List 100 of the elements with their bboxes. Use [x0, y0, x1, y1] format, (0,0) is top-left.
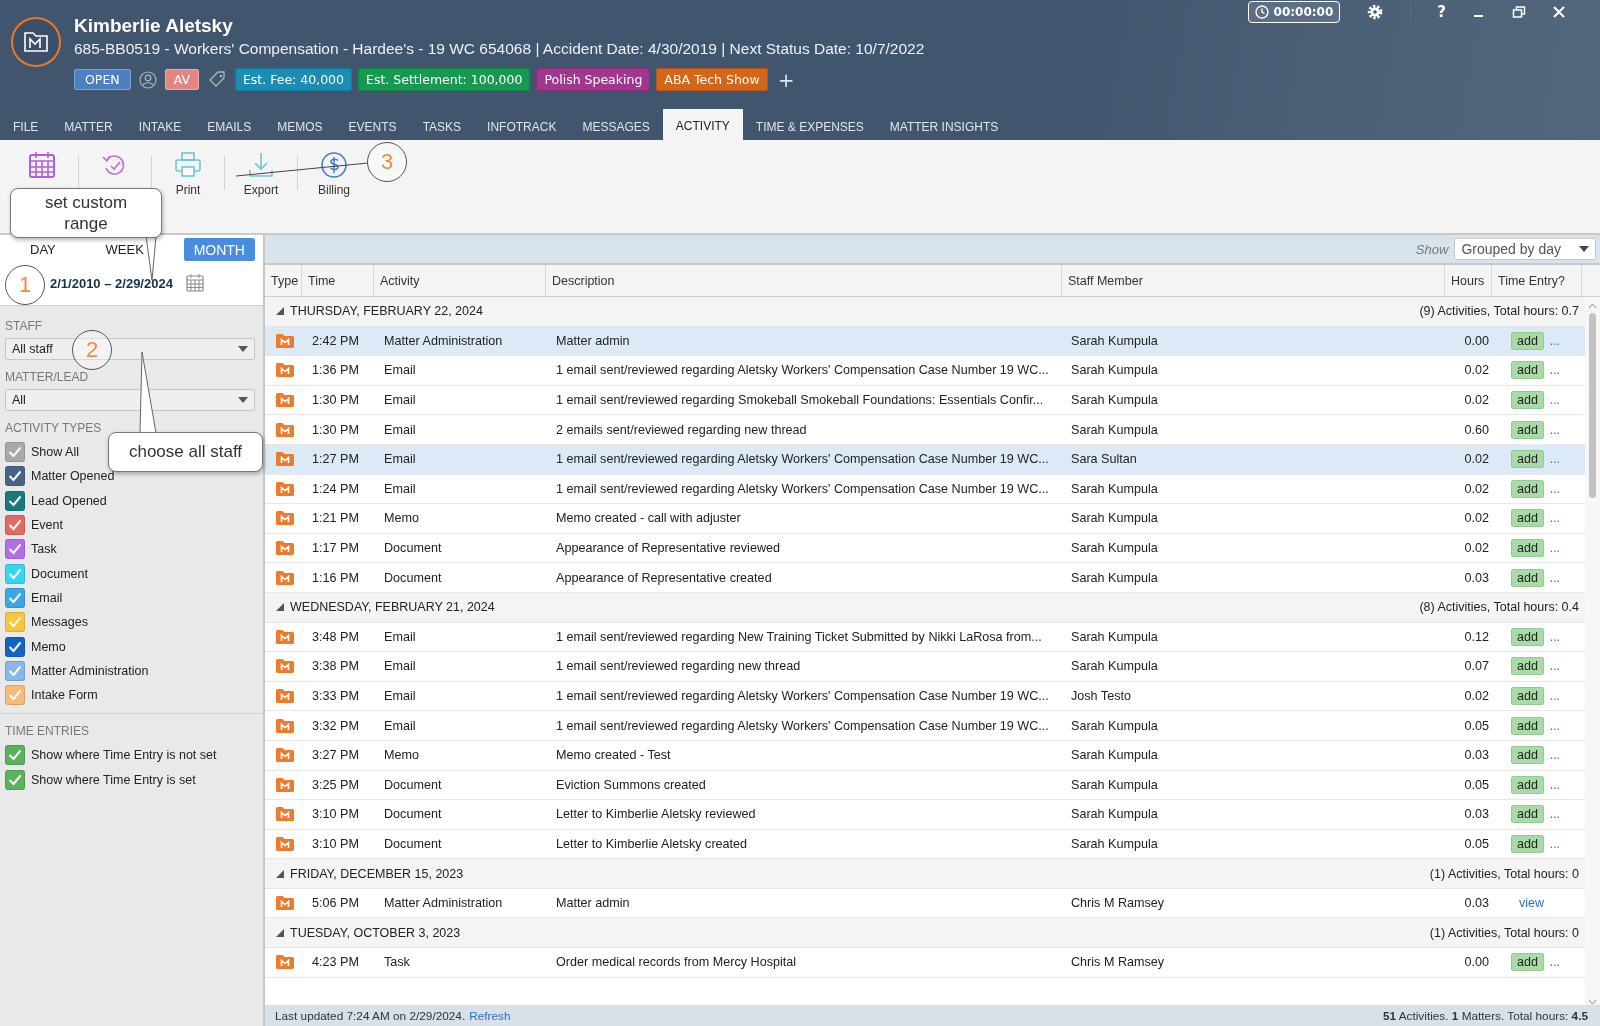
date-range[interactable]: 2/1/2010 – 2/29/2024: [50, 275, 173, 291]
more-link[interactable]: ...: [1549, 333, 1560, 348]
more-link[interactable]: ...: [1549, 422, 1560, 437]
table-row[interactable]: 1:27 PM Email 1 email sent/reviewed regarding Aletsky Workers' Compensation Case Number 19 WC... Sara Sultan 0.02 add ...: [265, 444, 1585, 475]
more-link[interactable]: ...: [1549, 393, 1560, 408]
settings-icon[interactable]: [1366, 3, 1385, 21]
tab[interactable]: FILE: [0, 110, 52, 140]
more-link[interactable]: ...: [1549, 718, 1560, 733]
add-button[interactable]: add: [1511, 657, 1544, 676]
checkbox[interactable]: [5, 539, 25, 560]
checkbox[interactable]: [5, 442, 25, 463]
tab[interactable]: MATTER: [51, 110, 126, 140]
tab[interactable]: TIME & EXPENSES: [742, 110, 877, 140]
calendar-icon[interactable]: [184, 273, 205, 293]
add-button[interactable]: add: [1511, 568, 1544, 587]
tab[interactable]: INTAKE: [125, 110, 195, 140]
column-header[interactable]: Activity: [374, 265, 546, 296]
collapse-icon[interactable]: [276, 869, 284, 878]
matter-tag[interactable]: ABA Tech Show: [656, 68, 768, 91]
add-button[interactable]: add: [1511, 805, 1544, 824]
collapse-icon[interactable]: [276, 307, 284, 316]
add-button[interactable]: add: [1511, 716, 1544, 735]
more-link[interactable]: ...: [1549, 481, 1560, 496]
checkbox[interactable]: [5, 660, 25, 681]
table-row[interactable]: 2:42 PM Matter Administration Matter admin Sarah Kumpula 0.00 add ...: [265, 326, 1585, 357]
tab[interactable]: MEMOS: [264, 110, 336, 140]
more-link[interactable]: ...: [1549, 363, 1560, 378]
tab[interactable]: ACTIVITY: [662, 109, 743, 140]
restore-icon[interactable]: [1512, 5, 1526, 19]
checkbox[interactable]: [5, 636, 25, 657]
checkbox[interactable]: [5, 685, 25, 706]
more-link[interactable]: ...: [1549, 748, 1560, 763]
add-button[interactable]: add: [1511, 331, 1544, 350]
view-link[interactable]: view: [1519, 896, 1544, 911]
matter-tag[interactable]: Est. Fee: 40,000: [234, 68, 353, 91]
more-link[interactable]: ...: [1549, 511, 1560, 526]
matter-tag[interactable]: Polish Speaking: [536, 68, 651, 91]
checkbox[interactable]: [5, 490, 25, 511]
more-link[interactable]: ...: [1549, 629, 1560, 644]
column-header[interactable]: Description: [546, 265, 1062, 296]
more-link[interactable]: ...: [1549, 955, 1560, 970]
column-header[interactable]: Time: [302, 265, 374, 296]
scroll-up-icon[interactable]: [1588, 303, 1597, 309]
checkbox[interactable]: [5, 612, 25, 633]
tab[interactable]: MESSAGES: [569, 110, 663, 140]
add-button[interactable]: add: [1511, 509, 1544, 528]
help-button[interactable]: ?: [1437, 3, 1446, 21]
more-link[interactable]: ...: [1549, 807, 1560, 822]
tab[interactable]: TASKS: [409, 110, 475, 140]
add-button[interactable]: add: [1511, 627, 1544, 646]
matter-tag[interactable]: Est. Settlement: 100,000: [358, 68, 531, 91]
add-button[interactable]: add: [1511, 775, 1544, 794]
tab[interactable]: EMAILS: [194, 110, 265, 140]
tab[interactable]: EVENTS: [335, 110, 410, 140]
more-link[interactable]: ...: [1549, 689, 1560, 703]
tab[interactable]: MATTER INSIGHTS: [876, 110, 1012, 140]
add-button[interactable]: add: [1511, 361, 1544, 380]
add-button[interactable]: add: [1511, 835, 1544, 853]
checkbox[interactable]: [5, 769, 25, 790]
billing-button[interactable]: Billing: [302, 150, 366, 197]
tab[interactable]: INFOTRACK: [474, 110, 570, 140]
checkbox[interactable]: [5, 563, 25, 584]
matter-dropdown[interactable]: All: [5, 389, 255, 411]
timer-button[interactable]: 00:00:00: [1247, 1, 1341, 23]
add-button[interactable]: add: [1511, 953, 1544, 972]
scroll-thumb[interactable]: [1589, 313, 1596, 498]
add-button[interactable]: add: [1511, 420, 1544, 439]
checkbox[interactable]: [5, 466, 25, 487]
group-summary: (1) Activities, Total hours: 0: [1429, 925, 1579, 940]
more-link[interactable]: ...: [1549, 570, 1560, 585]
refresh-link[interactable]: Refresh: [469, 1008, 511, 1023]
more-link[interactable]: ...: [1549, 659, 1560, 674]
step-marker: 2: [72, 330, 112, 370]
close-icon[interactable]: [1552, 5, 1566, 19]
add-button[interactable]: add: [1511, 391, 1544, 410]
add-tag-button[interactable]: +: [773, 70, 799, 89]
checkbox[interactable]: [5, 587, 25, 608]
column-header[interactable]: Hours: [1445, 265, 1492, 296]
scrollbar[interactable]: [1585, 297, 1600, 1005]
more-link[interactable]: ...: [1549, 452, 1560, 467]
checkbox[interactable]: [5, 745, 25, 766]
collapse-icon[interactable]: [276, 928, 284, 937]
more-link[interactable]: ...: [1549, 837, 1560, 851]
more-link[interactable]: ...: [1549, 541, 1560, 556]
calendar-icon[interactable]: [27, 150, 57, 180]
period-toggle[interactable]: DAY: [20, 238, 66, 261]
export-button[interactable]: Export: [229, 150, 293, 197]
more-link[interactable]: ...: [1549, 777, 1560, 792]
collapse-icon[interactable]: [276, 603, 284, 612]
column-header[interactable]: Type: [265, 265, 302, 296]
add-button[interactable]: add: [1511, 746, 1544, 765]
add-button[interactable]: add: [1511, 450, 1544, 469]
grouping-dropdown[interactable]: Grouped by day: [1454, 238, 1596, 260]
add-button[interactable]: add: [1511, 479, 1544, 498]
add-button[interactable]: add: [1511, 687, 1544, 705]
column-header[interactable]: Time Entry?: [1492, 265, 1582, 296]
scroll-down-icon[interactable]: [1588, 999, 1597, 1005]
column-header[interactable]: Staff Member: [1062, 265, 1445, 296]
add-button[interactable]: add: [1511, 539, 1544, 558]
checkbox[interactable]: [5, 515, 25, 536]
